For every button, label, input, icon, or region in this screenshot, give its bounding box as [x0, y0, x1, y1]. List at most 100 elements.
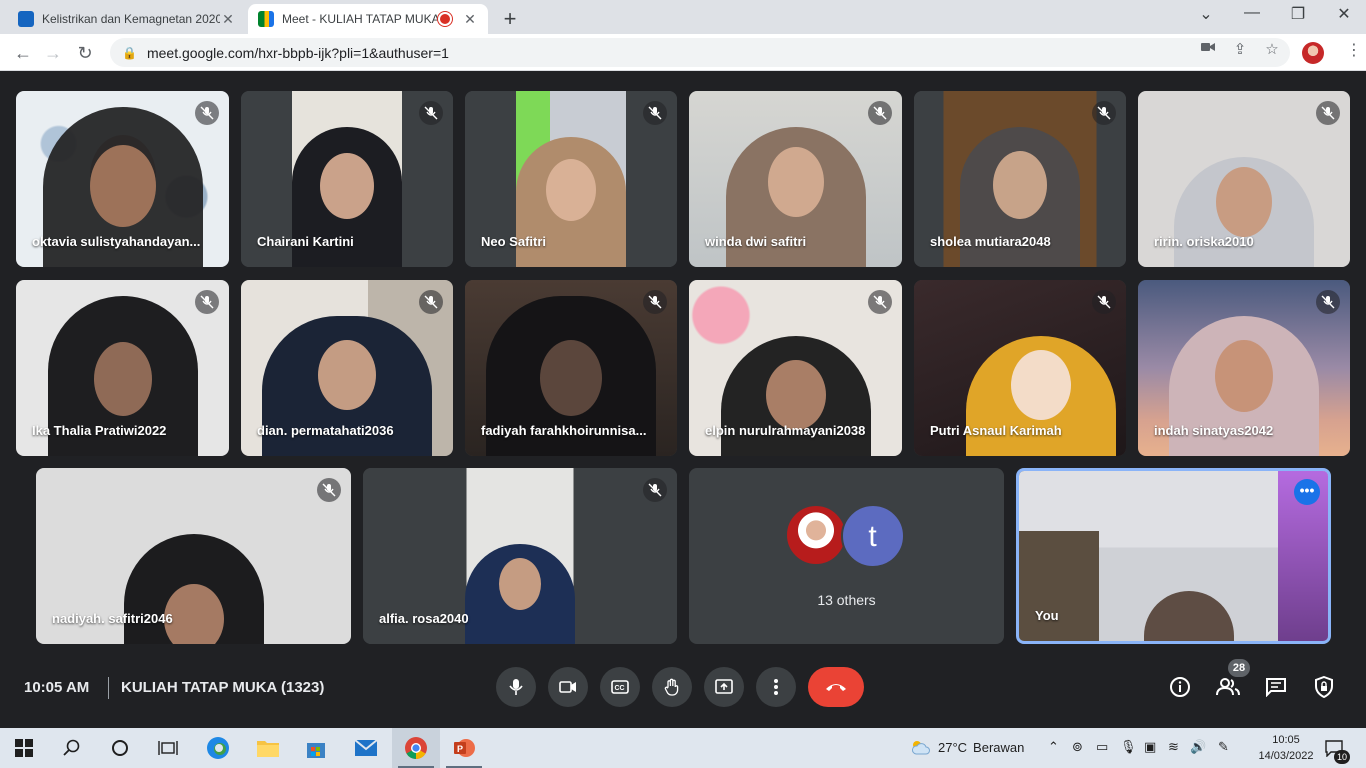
edge-app[interactable] — [204, 734, 232, 762]
people-button[interactable] — [1214, 673, 1242, 701]
microphone-button[interactable] — [496, 667, 536, 707]
participant-name: ririn. oriska2010 — [1154, 234, 1254, 249]
store-app[interactable] — [302, 734, 330, 762]
lms-favicon-icon — [18, 11, 34, 27]
participant-name: indah sinatyas2042 — [1154, 423, 1274, 438]
meet-share-tray-icon[interactable]: ⊚ — [1072, 739, 1083, 755]
search-button[interactable] — [58, 734, 86, 762]
windows-taskbar: P 27°C Berawan ⌃ ⊚ ▭ 🎙 ▣ ≋ 🔊 ✎ 10:05 14/… — [0, 728, 1366, 768]
more-options-button[interactable]: ••• — [1294, 479, 1320, 505]
participant-tile[interactable]: dian. permatahati2036 — [241, 280, 453, 456]
show-hidden-icons-chevron-icon[interactable]: ⌃ — [1048, 739, 1059, 755]
new-tab-button[interactable]: + — [498, 6, 522, 32]
participant-tile[interactable]: Chairani Kartini — [241, 91, 453, 267]
self-tile[interactable]: ••• You — [1016, 468, 1331, 644]
raise-hand-button[interactable] — [652, 667, 692, 707]
taskbar-time: 10:05 — [1272, 734, 1300, 746]
meet-stage: oktavia sulistyahandayan... Chairani Kar… — [0, 71, 1366, 728]
notification-count: 10 — [1334, 750, 1350, 764]
participant-name: dian. permatahati2036 — [257, 423, 394, 438]
close-window-button[interactable]: ✕ — [1324, 4, 1364, 24]
tab-search-button[interactable]: ⌄ — [1186, 4, 1226, 24]
leave-call-button[interactable] — [808, 667, 864, 707]
windows-logo-icon — [15, 739, 33, 757]
chat-button[interactable] — [1262, 673, 1290, 701]
volume-icon[interactable]: 🔊 — [1190, 739, 1206, 755]
participant-name: You — [1035, 608, 1059, 623]
microphone-tray-icon[interactable]: 🎙 — [1120, 739, 1137, 755]
participant-tile[interactable]: alfia. rosa2040 — [363, 468, 677, 644]
file-explorer-app[interactable] — [254, 734, 282, 762]
minimize-button[interactable]: — — [1232, 4, 1272, 22]
participant-name: alfia. rosa2040 — [379, 611, 469, 626]
back-button[interactable]: ← — [10, 40, 36, 66]
battery-icon[interactable]: ▭ — [1096, 739, 1108, 755]
task-view-icon — [158, 741, 178, 755]
camera-icon[interactable] — [1196, 40, 1220, 57]
microphone-icon — [509, 679, 523, 695]
wifi-icon[interactable]: ≋ — [1168, 739, 1179, 755]
powerpoint-app[interactable]: P — [450, 734, 478, 762]
participant-tile[interactable]: Neo Safitri — [465, 91, 677, 267]
participant-tile[interactable]: nadiyah. safitri2046 — [36, 468, 351, 644]
mic-off-icon — [643, 478, 667, 502]
reload-button[interactable]: ↻ — [72, 40, 98, 66]
info-icon — [1170, 677, 1190, 697]
svg-text:CC: CC — [615, 685, 625, 692]
participant-tile[interactable]: Ika Thalia Pratiwi2022 — [16, 280, 229, 456]
close-tab-icon[interactable]: ✕ — [462, 11, 478, 28]
present-screen-icon — [715, 679, 733, 694]
participant-tile[interactable]: sholea mutiara2048 — [914, 91, 1126, 267]
meeting-time: 10:05 AM — [24, 679, 90, 696]
more-vert-icon — [774, 679, 778, 695]
participant-tile[interactable]: oktavia sulistyahandayan... — [16, 91, 229, 267]
participant-tile[interactable]: indah sinatyas2042 — [1138, 280, 1350, 456]
taskbar-date: 14/03/2022 — [1258, 750, 1314, 762]
profile-avatar[interactable] — [1302, 42, 1324, 64]
tab-kelistrikan[interactable]: Kelistrikan dan Kemagnetan 2020 ✕ — [8, 4, 246, 34]
participant-name: Putri Asnaul Karimah — [930, 423, 1062, 438]
end-call-icon — [826, 684, 846, 691]
task-view-button[interactable] — [154, 734, 182, 762]
host-controls-button[interactable] — [1310, 673, 1338, 701]
mic-off-icon — [1092, 290, 1116, 314]
chrome-app[interactable] — [402, 734, 430, 762]
participant-tile[interactable]: elpin nurulrahmayani2038 — [689, 280, 902, 456]
tab-title: Meet - KULIAH TATAP MUKA — [282, 12, 440, 26]
tab-meet[interactable]: Meet - KULIAH TATAP MUKA ✕ — [248, 4, 488, 34]
close-tab-icon[interactable]: ✕ — [220, 11, 236, 28]
mic-off-icon — [643, 290, 667, 314]
others-tile[interactable]: t 13 others — [689, 468, 1004, 644]
mic-off-icon — [195, 101, 219, 125]
mail-envelope-icon — [354, 739, 378, 756]
participant-tile[interactable]: fadiyah farahkhoirunnisa... — [465, 280, 677, 456]
address-bar[interactable]: 🔒 meet.google.com/hxr-bbpb-ijk?pli=1&aut… — [110, 38, 1290, 67]
hand-icon — [664, 678, 679, 696]
restore-button[interactable]: ❐ — [1278, 4, 1318, 24]
pen-icon[interactable]: ✎ — [1218, 739, 1229, 755]
start-button[interactable] — [10, 734, 38, 762]
bookmark-star-icon[interactable]: ☆ — [1260, 40, 1284, 58]
weather-widget[interactable]: 27°C Berawan — [910, 739, 1024, 755]
display-tray-icon[interactable]: ▣ — [1144, 739, 1156, 755]
mail-app[interactable] — [352, 734, 380, 762]
browser-menu-icon[interactable]: ⋮ — [1346, 40, 1362, 60]
edge-browser-icon — [207, 737, 229, 759]
cortana-button[interactable] — [106, 734, 134, 762]
participant-tile[interactable]: Putri Asnaul Karimah — [914, 280, 1126, 456]
taskbar-clock[interactable]: 10:05 14/03/2022 — [1258, 732, 1314, 764]
participant-name: fadiyah farahkhoirunnisa... — [481, 423, 647, 438]
browser-tabstrip: Kelistrikan dan Kemagnetan 2020 ✕ Meet -… — [0, 0, 1366, 34]
recording-indicator-icon — [440, 14, 450, 24]
participant-tile[interactable]: ririn. oriska2010 — [1138, 91, 1350, 267]
present-now-button[interactable] — [704, 667, 744, 707]
meeting-details-button[interactable] — [1166, 673, 1194, 701]
captions-button[interactable]: CC — [600, 667, 640, 707]
more-options-button[interactable] — [756, 667, 796, 707]
captions-icon: CC — [611, 680, 629, 694]
forward-button[interactable]: → — [40, 40, 66, 66]
camera-button[interactable] — [548, 667, 588, 707]
participant-tile[interactable]: winda dwi safitri — [689, 91, 902, 267]
chrome-browser-icon — [405, 737, 427, 759]
share-icon[interactable]: ⇪ — [1228, 40, 1252, 58]
